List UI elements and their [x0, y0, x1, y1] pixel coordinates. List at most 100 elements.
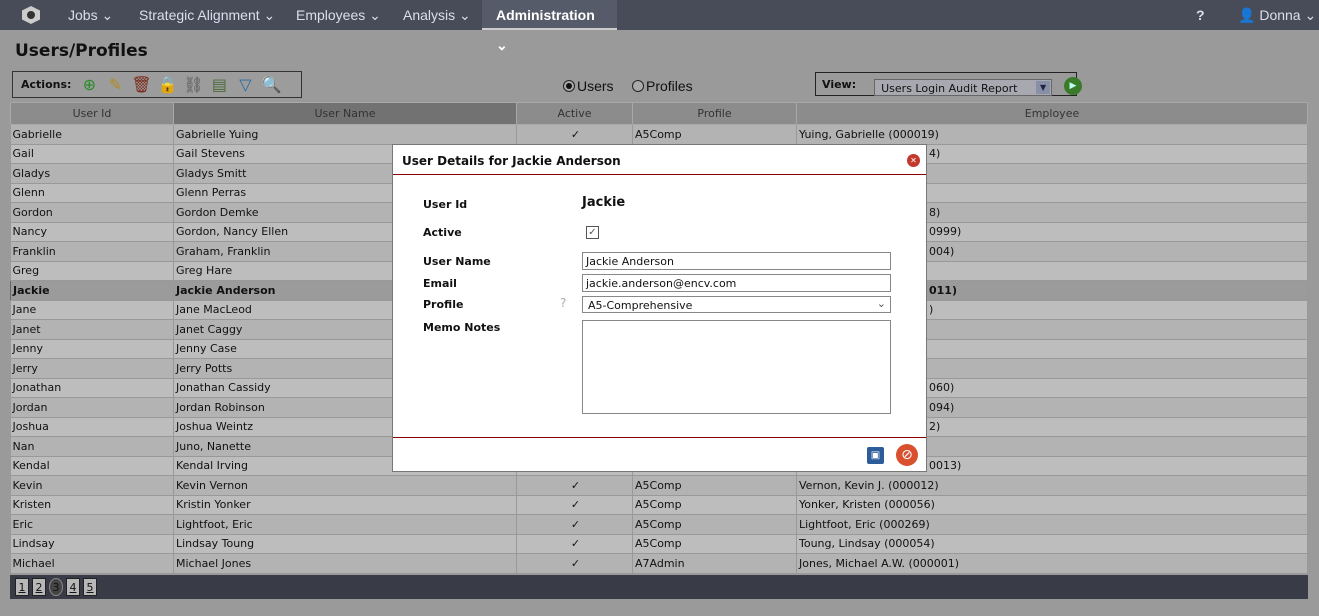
help-icon[interactable]: ?	[1196, 0, 1205, 30]
cell-user-id: Gordon	[10, 202, 174, 223]
nav-strategic-alignment[interactable]: Strategic Alignment ⌄	[125, 0, 289, 30]
nav-jobs[interactable]: Jobs ⌄	[54, 0, 127, 30]
save-icon[interactable]: ▣	[867, 447, 884, 464]
cell-user-name: Gabrielle Yuing	[173, 124, 517, 145]
nav-label: Jobs	[68, 7, 98, 23]
cell-user-id: Gladys	[10, 163, 174, 184]
cell-user-id: Eric	[10, 514, 174, 535]
user-menu[interactable]: 👤 Donna ⌄	[1238, 0, 1316, 30]
col-active[interactable]: Active	[516, 102, 633, 125]
cell-active: ✓	[516, 514, 633, 535]
cell-user-id: Glenn	[10, 183, 174, 203]
cell-active: ✓	[516, 495, 633, 515]
cell-user-id: Kendal	[10, 456, 174, 476]
user-id-label: User Id	[423, 198, 468, 211]
cell-user-id: Jackie	[10, 280, 174, 301]
cell-employee: Vernon, Kevin J. (000012)	[796, 475, 1308, 496]
table-row[interactable]: Gabrielle Gabrielle Yuing ✓ A5Comp Yuing…	[10, 124, 1308, 145]
col-profile[interactable]: Profile	[632, 102, 797, 125]
profiles-radio[interactable]: Profiles	[632, 78, 693, 94]
page-3-button[interactable]: 3	[49, 578, 63, 596]
view-selector: View: Users Login Audit Report ▼	[815, 72, 1077, 96]
help-question-icon[interactable]: ?	[560, 296, 566, 310]
chevron-down-icon: ⌄	[876, 297, 886, 310]
col-user-name[interactable]: User Name	[173, 102, 517, 125]
cell-profile: A5Comp	[632, 495, 797, 515]
delete-icon[interactable]: 🗑	[131, 75, 151, 95]
user-id-value: Jackie	[582, 195, 626, 210]
page-5-button[interactable]: 5	[83, 578, 97, 596]
employee-text: Jones, Michael A.W. (000001)	[799, 556, 960, 570]
cell-user-id: Nan	[10, 436, 174, 457]
active-label: Active	[423, 226, 462, 239]
cell-profile: A5Comp	[632, 534, 797, 554]
memo-notes-textarea[interactable]	[582, 320, 891, 414]
edit-icon[interactable]: ✎	[105, 75, 125, 95]
nav-employees[interactable]: Employees ⌄	[282, 0, 395, 30]
cell-user-id: Jerry	[10, 358, 174, 379]
print-icon[interactable]: ▤	[209, 75, 229, 95]
cell-profile: A5Comp	[632, 124, 797, 145]
search-icon[interactable]: 🔍	[261, 75, 281, 95]
cell-profile: A5Comp	[632, 514, 797, 535]
table-row[interactable]: Michael Michael Jones ✓ A7Admin Jones, M…	[10, 553, 1308, 574]
app-logo-icon[interactable]	[22, 6, 40, 24]
cell-user-id: Lindsay	[10, 534, 174, 554]
cell-user-id: Franklin	[10, 241, 174, 262]
cell-user-id: Joshua	[10, 417, 174, 437]
email-label: Email	[423, 277, 457, 290]
nav-administration[interactable]: Administration ⌄	[482, 0, 617, 53]
nav-analysis[interactable]: Analysis ⌄	[389, 0, 485, 30]
filter-icon[interactable]: ▽	[235, 75, 255, 95]
table-row[interactable]: Kristen Kristin Yonker ✓ A5Comp Yonker, …	[10, 495, 1308, 515]
cell-active: ✓	[516, 553, 633, 574]
dialog-footer-divider	[393, 437, 926, 438]
dialog-title: User Details for Jackie Anderson	[393, 145, 926, 175]
actions-toolbar: Actions: ⊕ ✎ 🗑 🔒 ⛓ ▤ ▽ 🔍	[12, 71, 302, 98]
page-1-button[interactable]: 1	[15, 578, 29, 596]
user-name-label: User Name	[423, 255, 491, 268]
employee-text: Vernon, Kevin J. (000012)	[799, 478, 939, 492]
cell-active: ✓	[516, 475, 633, 496]
cell-user-id: Jenny	[10, 339, 174, 359]
users-radio[interactable]: Users	[563, 78, 614, 94]
cell-user-id: Gail	[10, 144, 174, 164]
user-name-input[interactable]: Jackie Anderson	[582, 252, 891, 270]
memo-notes-label: Memo Notes	[423, 321, 501, 334]
cell-active: ✓	[516, 124, 633, 145]
page-4-button[interactable]: 4	[66, 578, 80, 596]
link-icon[interactable]: ⛓	[183, 75, 203, 95]
profile-select[interactable]: A5-Comprehensive ⌄	[582, 296, 891, 313]
table-row[interactable]: Eric Lightfoot, Eric ✓ A5Comp Lightfoot,…	[10, 514, 1308, 535]
nav-label: Strategic Alignment	[139, 7, 260, 23]
add-icon[interactable]: ⊕	[79, 75, 99, 95]
view-select[interactable]: Users Login Audit Report ▼	[874, 78, 1053, 96]
close-icon[interactable]: ✕	[907, 154, 920, 167]
cell-user-id: Gabrielle	[10, 124, 174, 145]
top-nav: Jobs ⌄ Strategic Alignment ⌄ Employees ⌄…	[0, 0, 1319, 53]
cell-user-name: Michael Jones	[173, 553, 517, 574]
table-row[interactable]: Kevin Kevin Vernon ✓ A5Comp Vernon, Kevi…	[10, 475, 1308, 496]
cell-user-id: Kevin	[10, 475, 174, 496]
lock-icon[interactable]: 🔒	[157, 75, 177, 95]
cell-user-id: Michael	[10, 553, 174, 574]
page-2-button[interactable]: 2	[32, 578, 46, 596]
nav-label: Administration	[496, 7, 595, 23]
email-input[interactable]: jackie.anderson@encv.com	[582, 274, 891, 292]
col-employee[interactable]: Employee	[796, 102, 1308, 125]
cancel-icon[interactable]: ⊘	[896, 444, 918, 466]
nav-label: Employees	[296, 7, 366, 23]
cell-user-name: Lightfoot, Eric	[173, 514, 517, 535]
user-details-dialog: User Details for Jackie Anderson ✕ User …	[392, 144, 927, 472]
table-row[interactable]: Lindsay Lindsay Toung ✓ A5Comp Toung, Li…	[10, 534, 1308, 554]
page-title: Users/Profiles	[15, 41, 148, 61]
radio-label: Users	[577, 78, 614, 94]
run-report-play-icon[interactable]: ▶	[1064, 77, 1082, 95]
cell-profile: A7Admin	[632, 553, 797, 574]
cell-user-id: Jonathan	[10, 378, 174, 398]
active-checkbox[interactable]: ✓	[586, 226, 599, 239]
user-name: Donna	[1259, 7, 1301, 23]
employee-text: Yuing, Gabrielle (000019)	[799, 127, 939, 141]
view-label: View:	[822, 77, 857, 91]
col-user-id[interactable]: User Id	[10, 102, 174, 125]
